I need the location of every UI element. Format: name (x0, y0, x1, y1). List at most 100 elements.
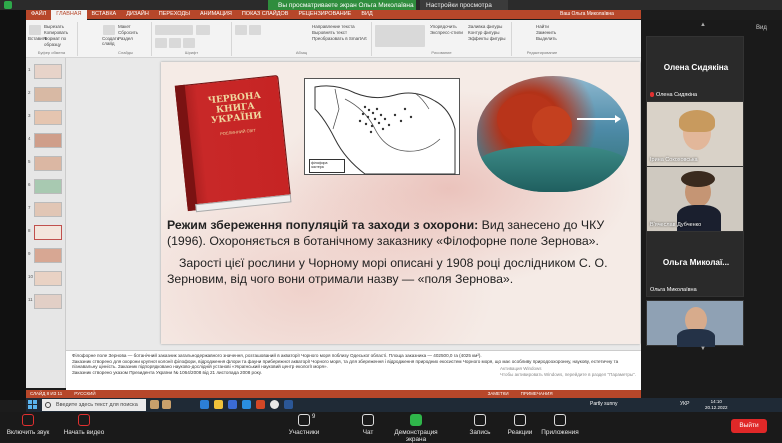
language-status[interactable]: РУССКИЙ (74, 390, 95, 398)
ribbon-tab[interactable]: РЕЦЕНЗИРОВАНИЕ (293, 10, 356, 20)
bullets-icon[interactable] (235, 25, 247, 35)
zoom-app-icon[interactable] (242, 400, 251, 409)
new-slide-button[interactable]: Создать слайд (102, 36, 119, 46)
share-screen-button[interactable]: Демонстрация экрана (384, 414, 448, 443)
bold-icon[interactable] (155, 38, 167, 48)
arrange-items: Упорядочить Экспресс-стили (430, 24, 463, 36)
ribbon-tab[interactable]: ВСТАВКА (87, 10, 122, 20)
scroll-up-icon[interactable]: ▲ (700, 22, 706, 28)
numbering-icon[interactable] (249, 25, 261, 35)
group-label: Буфер обмена (37, 50, 66, 55)
underline-icon[interactable] (183, 38, 195, 48)
new-slide-icon[interactable] (103, 25, 115, 35)
select-button[interactable]: Выделить (536, 36, 557, 41)
folder-icon[interactable] (214, 400, 223, 409)
slide-thumbnail[interactable]: 2 (28, 87, 62, 102)
group-label: Рисование (431, 50, 452, 55)
participant-tile[interactable]: Ірина Сокоховська (646, 101, 744, 167)
slide-thumbnail[interactable]: 6 (28, 179, 62, 194)
slide-thumbnail[interactable]: 10 (28, 271, 62, 286)
participant-tile[interactable] (646, 300, 744, 347)
activate-windows-watermark: Активация Windows Чтобы активировать Win… (500, 366, 636, 377)
language-indicator[interactable]: УКР (680, 401, 689, 407)
shield-icon[interactable] (4, 1, 12, 9)
taskbar-app-icon[interactable] (162, 400, 171, 409)
shapes-gallery[interactable] (375, 25, 425, 47)
find-button[interactable]: Найти (536, 24, 549, 29)
ribbon-tab[interactable]: ДИЗАЙН (121, 10, 154, 20)
section-button[interactable]: Раздел (118, 36, 133, 41)
font-size-select[interactable] (196, 25, 211, 35)
text-direction-button[interactable]: Направление текста (312, 24, 355, 29)
edge-icon[interactable] (200, 400, 209, 409)
participant-hair (681, 171, 715, 187)
slide[interactable]: ЧЕРВОНА КНИГА УКРАЇНИ РОСЛИННИЙ СВІТ філ… (161, 62, 640, 344)
toolbar-label: Приложения (541, 429, 579, 436)
font-family-select[interactable] (155, 25, 193, 35)
slide-thumbnail[interactable]: 7 (28, 202, 62, 217)
shape-outline-button[interactable]: Контур фигуры (468, 30, 499, 35)
chrome-icon[interactable] (270, 400, 279, 409)
mic-muted-button[interactable]: Включить звук (4, 414, 52, 440)
ribbon-tab[interactable]: ПЕРЕХОДЫ (154, 10, 195, 20)
ribbon-tab[interactable]: ФАЙЛ (26, 10, 52, 20)
ribbon-tab[interactable]: ПОКАЗ СЛАЙДОВ (237, 10, 294, 20)
scroll-down-icon[interactable]: ▼ (700, 346, 706, 352)
powerpoint-icon[interactable] (256, 400, 265, 409)
video-off-button[interactable]: Начать видео (60, 414, 108, 440)
taskbar-clock[interactable]: 14:10 20.12.2022 (705, 399, 728, 410)
word-icon[interactable] (284, 400, 293, 409)
participant-hair (679, 110, 715, 132)
legend-zostera: зостера (311, 165, 324, 169)
participant-tile[interactable]: В'ячеслав Дубченко (646, 166, 744, 232)
align-text-button[interactable]: Выровнять текст (312, 30, 347, 35)
weather-text: Partly sunny (590, 401, 618, 407)
italic-icon[interactable] (169, 38, 181, 48)
participants-button[interactable]: 9 Участники (280, 414, 328, 440)
slide-thumbnail[interactable]: 4 (28, 133, 62, 148)
slide-thumbnail[interactable]: 9 (28, 248, 62, 263)
slide-thumbnail[interactable]: 11 (28, 294, 62, 309)
view-button[interactable]: Вид (756, 25, 767, 31)
taskbar-search-input[interactable]: Введите здесь текст для поиска (42, 399, 146, 411)
participant-tile[interactable]: Олена Сидякіна Олена Сидякіна (646, 36, 744, 102)
slide-number: 3 (28, 113, 31, 118)
comments-toggle[interactable]: ПРИМЕЧАНИЯ (521, 390, 553, 398)
cut-button[interactable]: Вырезать (44, 24, 64, 29)
paste-button[interactable]: Вставить (28, 36, 47, 41)
reset-button[interactable]: Сбросить (118, 30, 138, 35)
slide-thumbnail[interactable]: 5 (28, 156, 62, 171)
shape-effects-button[interactable]: Эффекты фигуры (468, 36, 506, 41)
slide-thumbnail[interactable]: 8 (28, 225, 62, 240)
taskbar-app-icon[interactable] (150, 400, 159, 409)
apps-button[interactable]: Приложения (536, 414, 584, 440)
format-painter-button[interactable]: Формат по образцу (44, 36, 66, 47)
participant-tile[interactable]: Ольга Миколаї... Ольга Миколаївна (646, 231, 744, 297)
windows-start-icon[interactable] (28, 400, 38, 410)
participant-label: В'ячеслав Дубченко (650, 222, 702, 228)
ribbon-tab[interactable]: АНИМАЦИЯ (195, 10, 237, 20)
slide-thumbnail[interactable]: 1 (28, 64, 62, 79)
notes-toggle[interactable]: ЗАМЕТКИ (488, 390, 509, 398)
mail-icon[interactable] (228, 400, 237, 409)
copy-button[interactable]: Копировать (44, 30, 68, 35)
layout-button[interactable]: Макет (118, 24, 131, 29)
slide-text[interactable]: Режим збереження популяцій та заходи з о… (167, 217, 637, 293)
slide-thumbnail[interactable]: 3 (28, 110, 62, 125)
clipboard-group: Вырезать Копировать Формат по образцу Вс… (26, 22, 78, 56)
arrange-button[interactable]: Упорядочить (430, 24, 457, 29)
paste-icon[interactable] (29, 25, 41, 35)
ribbon-tab[interactable]: ВИД (356, 10, 377, 20)
slide-number: 4 (28, 136, 31, 141)
slide-number: 11 (28, 297, 33, 302)
quick-styles-button[interactable]: Экспресс-стили (430, 30, 463, 35)
leave-button[interactable]: Выйти (731, 419, 767, 433)
shape-fill-button[interactable]: Заливка фигуры (468, 24, 502, 29)
weather-widget[interactable]: Partly sunny (590, 401, 618, 407)
ribbon-tab[interactable]: ГЛАВНАЯ (51, 10, 87, 20)
slide-number: 1 (28, 67, 31, 72)
reactions-icon (514, 414, 526, 426)
replace-button[interactable]: Заменить (536, 30, 556, 35)
smartart-button[interactable]: Преобразовать в SmartArt (312, 36, 367, 41)
search-icon (45, 402, 51, 408)
